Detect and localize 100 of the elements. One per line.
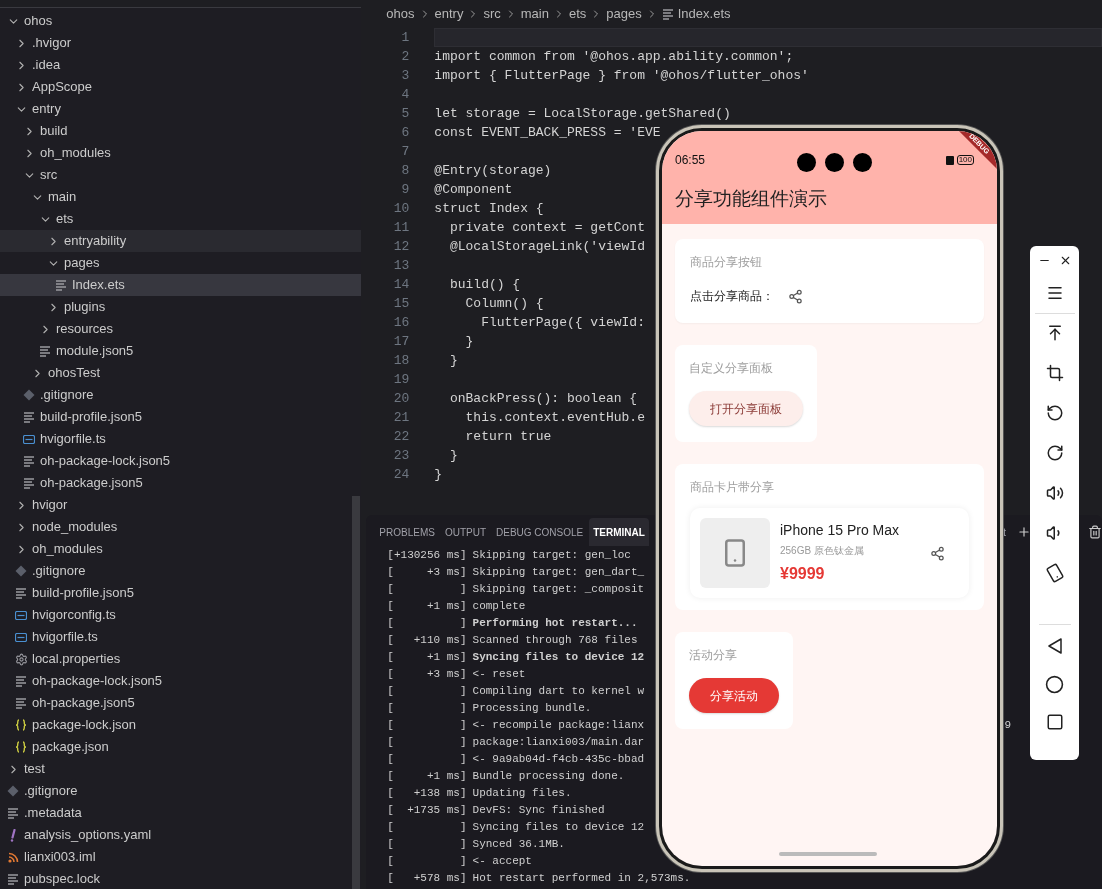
line-number: 13 [392,256,410,275]
tree-item[interactable]: .gitignore [0,384,362,406]
tree-item[interactable]: hvigorfile.ts [0,626,362,648]
tree-item[interactable]: resources [0,318,362,340]
tree-item[interactable]: build-profile.json5 [0,406,362,428]
open-share-panel-button[interactable]: 打开分享面板 [689,391,803,426]
tree-item[interactable]: build-profile.json5 [0,582,362,604]
line-number: 4 [400,85,410,104]
panel-tab[interactable]: PROBLEMS [375,518,439,546]
tree-item[interactable]: lianxi003.iml [0,846,362,868]
home-icon[interactable] [1045,675,1064,694]
tree-item[interactable]: ohosTest [0,362,362,384]
breadcrumb-item[interactable]: entry [434,4,464,24]
line-number: 23 [392,446,410,465]
log-text: package:lianxi003/main.dar [472,735,645,751]
tree-item[interactable]: local.properties [0,648,362,670]
log-text: Hot restart performed in 2,573ms. [472,871,691,887]
log-time: [ +578 ms] [387,871,467,887]
tree-item[interactable]: .metadata [0,802,362,824]
panel-tab[interactable]: OUTPUT [440,518,490,546]
braces-icon [15,741,27,753]
tree-item[interactable]: Index.ets [0,274,362,296]
panel-tab[interactable]: DEBUG CONSOLE [492,518,588,546]
product-card[interactable]: iPhone 15 Pro Max 256GB 原色钛金属 ¥9999 [690,508,969,598]
tree-item[interactable]: oh_modules [0,538,362,560]
diamond-icon [15,565,27,577]
volume-up-icon[interactable] [1045,484,1064,502]
breadcrumb-item[interactable]: main [520,4,549,24]
app-bar-title: 分享功能组件演示 [675,187,828,211]
back-icon[interactable] [1046,637,1063,655]
log-time: [ ] [387,854,467,870]
tree-item[interactable]: entryability [0,230,362,252]
menu-icon[interactable] [1045,284,1064,302]
tree-item[interactable]: oh-package.json5 [0,472,362,494]
tree-item[interactable]: module.json5 [0,340,362,362]
line-number: 1 [400,28,410,47]
tree-item[interactable]: oh-package.json5 [0,692,362,714]
tree-item[interactable]: AppScope [0,76,362,98]
rotate-right-icon[interactable] [1045,444,1064,462]
tree-item[interactable]: hvigorfile.ts [0,428,362,450]
tree-item[interactable]: ets [0,208,362,230]
log-text: Scanned through 768 files [472,633,638,649]
file-lines-icon [15,587,27,599]
log-text: Syncing files to device 12 [472,650,645,666]
tree-item[interactable]: pages [0,252,362,274]
tree-item[interactable]: .gitignore [0,780,362,802]
tree-item[interactable]: main [0,186,362,208]
breadcrumb-item[interactable]: pages [606,4,642,24]
log-time: [ ] [387,820,467,836]
log-time: [ +1 ms] [387,650,467,666]
line-number: 16 [392,313,410,332]
file-lines-icon [7,873,19,885]
tree-item[interactable]: hvigor [0,494,362,516]
tree-item[interactable]: oh-package-lock.json5 [0,450,362,472]
tree-item[interactable]: entry [0,98,362,120]
new-terminal-icon[interactable] [1017,525,1031,539]
rotate-left-icon[interactable] [1045,404,1064,422]
tree-item[interactable]: test [0,758,362,780]
tree-item[interactable]: .hvigor [0,32,362,54]
log-time: [ ] [387,684,467,700]
code-line: } [448,446,458,465]
tree-item[interactable]: .idea [0,54,362,76]
tree-item[interactable]: ohos [0,10,362,32]
log-text: Compiling dart to kernel w [472,684,645,700]
crop-icon[interactable] [1045,364,1064,382]
log-time: [ ] [387,752,467,768]
share-icon[interactable] [788,288,803,304]
share-icon[interactable] [930,545,945,561]
tree-item[interactable]: oh-package-lock.json5 [0,670,362,692]
line-number: 6 [400,123,410,142]
card-title: 自定义分享面板 [689,360,774,377]
log-time: [ ] [387,616,467,632]
log-text: Bundle processing done. [472,769,625,785]
tree-item[interactable]: src [0,164,362,186]
tree-item[interactable]: analysis_options.yaml [0,824,362,846]
share-activity-button[interactable]: 分享活动 [689,678,779,713]
tree-item[interactable]: node_modules [0,516,362,538]
tree-item[interactable]: build [0,120,362,142]
log-text: 9 [1004,718,1011,734]
tree-item[interactable]: package-lock.json [0,714,362,736]
tree-item[interactable]: pubspec.lock [0,868,362,889]
card-title: 商品分享按钮 [690,254,763,271]
tree-item[interactable]: oh_modules [0,142,362,164]
diamond-icon [23,389,35,401]
log-time: [ +3 ms] [387,565,467,581]
tree-item[interactable]: plugins [0,296,362,318]
breadcrumb-item[interactable]: src [483,4,501,24]
panel-tab[interactable]: TERMINAL [589,518,649,546]
tree-item[interactable]: .gitignore [0,560,362,582]
file-lines-icon [23,455,35,467]
log-time: [ ] [387,837,467,853]
breadcrumb-item[interactable]: ets [568,4,587,24]
tree-item[interactable]: hvigorconfig.ts [0,604,362,626]
trash-icon[interactable] [1088,525,1102,539]
breadcrumb-item[interactable]: ohos [386,4,415,24]
breadcrumb-item[interactable]: Index.ets [677,4,731,24]
file-lines-icon [55,279,67,291]
recents-icon[interactable] [1045,713,1064,731]
tree-item[interactable]: package.json [0,736,362,758]
line-number: 19 [392,370,410,389]
